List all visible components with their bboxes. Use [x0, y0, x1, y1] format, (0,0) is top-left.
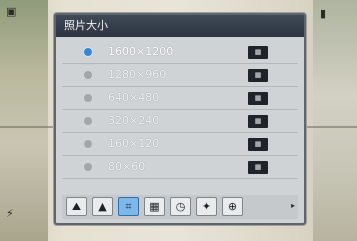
camera-mode-icon: ▣: [6, 5, 17, 18]
menu-toolbar: ⛰ ▲ ⌗ ▦ ◷ ✦ ⊕ ▸: [62, 195, 298, 219]
radio-icon: [84, 163, 92, 171]
radio-icon: [84, 48, 92, 56]
option-80x60[interactable]: 80×60 ▦: [62, 156, 298, 179]
option-label: 80×60: [108, 160, 146, 173]
resolution-icon: ▦: [248, 161, 268, 174]
resolution-icon: ▦: [248, 138, 268, 151]
scroll-right-icon[interactable]: ▸: [291, 201, 299, 211]
resolution-icon: ▦: [248, 46, 268, 59]
viewfinder-right: [313, 0, 357, 241]
battery-icon: ▮: [320, 7, 327, 20]
radio-icon: [84, 94, 92, 102]
option-label: 160×120: [108, 137, 160, 150]
resolution-icon: ▦: [248, 115, 268, 128]
option-320x240[interactable]: 320×240 ▦: [62, 110, 298, 133]
option-label: 1600×1200: [108, 45, 174, 58]
resolution-icon: ▦: [248, 69, 268, 82]
option-160x120[interactable]: 160×120 ▦: [62, 133, 298, 156]
landscape-icon[interactable]: ▲: [92, 197, 113, 216]
effect-icon[interactable]: ✦: [196, 197, 217, 216]
photo-size-icon[interactable]: ⌗: [118, 197, 139, 216]
option-label: 640×480: [108, 91, 160, 104]
scene-icon[interactable]: ⛰: [66, 197, 87, 216]
menu-list: 1600×1200 ▦ 1280×960 ▦ 640×480 ▦ 320×240…: [62, 41, 298, 179]
viewfinder-left: [0, 0, 48, 241]
zoom-icon[interactable]: ⊕: [222, 197, 243, 216]
flash-icon: ⚡: [6, 207, 14, 220]
quality-icon[interactable]: ▦: [144, 197, 165, 216]
option-label: 1280×960: [108, 68, 167, 81]
resolution-icon: ▦: [248, 92, 268, 105]
option-label: 320×240: [108, 114, 160, 127]
radio-icon: [84, 71, 92, 79]
camera-screen: ▣ ▮ ⚡ 照片大小 1600×1200 ▦ 1280×960 ▦ 640×48…: [0, 0, 357, 241]
radio-icon: [84, 140, 92, 148]
option-640x480[interactable]: 640×480 ▦: [62, 87, 298, 110]
photo-size-menu: 照片大小 1600×1200 ▦ 1280×960 ▦ 640×480 ▦ 32…: [54, 13, 306, 225]
option-1280x960[interactable]: 1280×960 ▦: [62, 64, 298, 87]
timer-icon[interactable]: ◷: [170, 197, 191, 216]
option-1600x1200[interactable]: 1600×1200 ▦: [62, 41, 298, 64]
menu-title: 照片大小: [56, 15, 304, 37]
radio-icon: [84, 117, 92, 125]
